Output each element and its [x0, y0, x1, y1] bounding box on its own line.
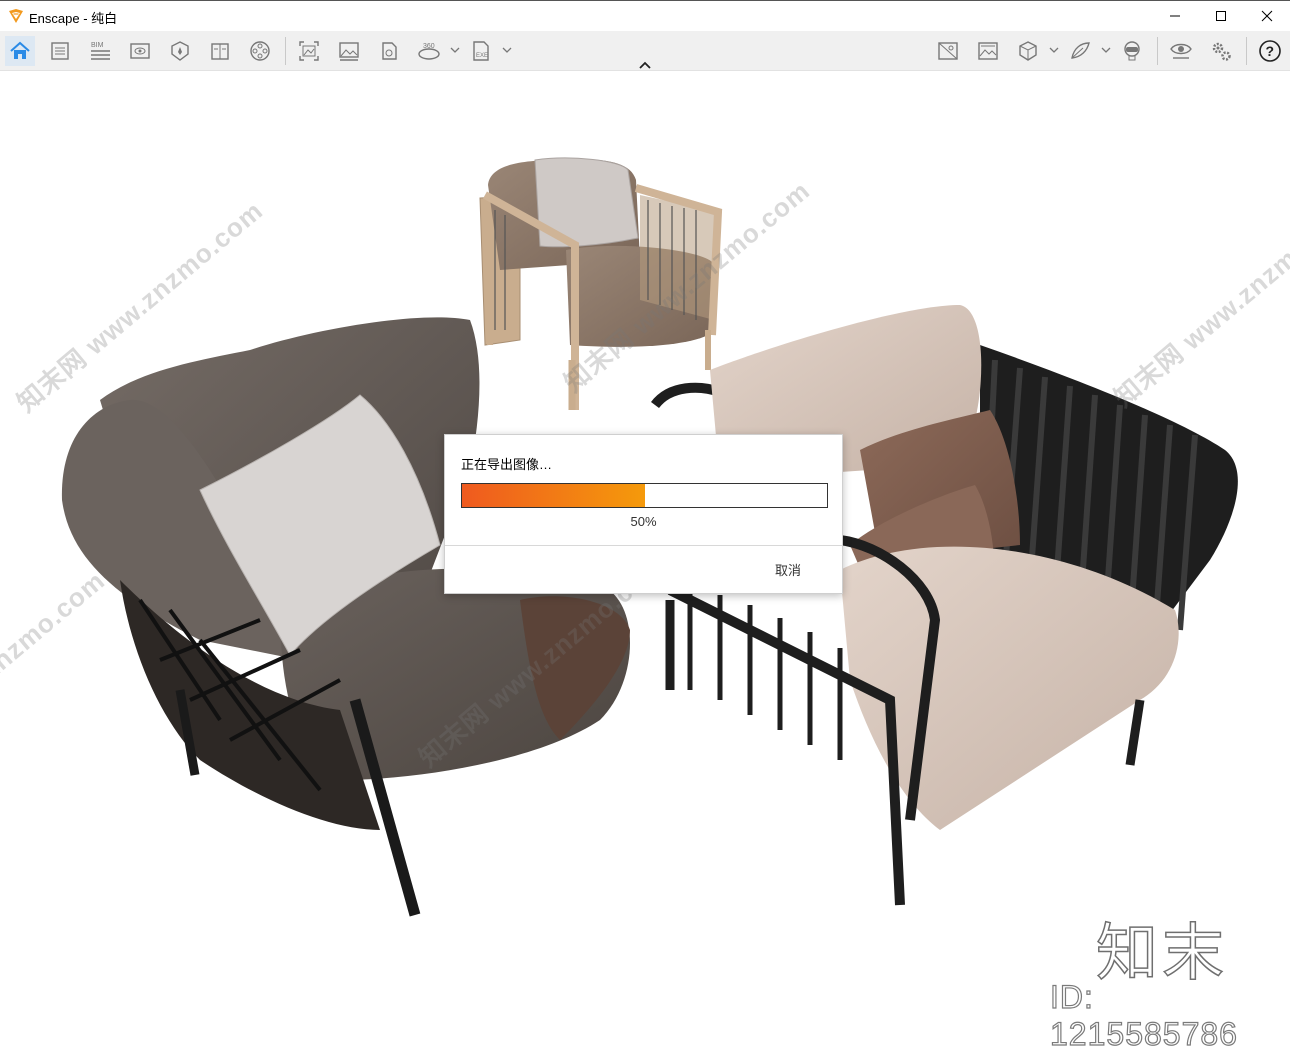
- export-progress-dialog: 正在导出图像… 50% 取消: [444, 434, 843, 594]
- export-progress-fill: [462, 484, 645, 507]
- material-editor-button[interactable]: [1065, 36, 1095, 66]
- 360-export-button[interactable]: 360: [414, 36, 444, 66]
- cube-button[interactable]: [1013, 36, 1043, 66]
- maximize-icon: [1216, 11, 1226, 21]
- home-button[interactable]: [5, 36, 35, 66]
- exe-export-button[interactable]: EXE: [466, 36, 496, 66]
- materials-button[interactable]: [973, 36, 1003, 66]
- vr-headset-button[interactable]: [1117, 36, 1147, 66]
- exe-export-icon: EXE: [473, 41, 489, 61]
- screenshot-icon: [299, 41, 319, 61]
- export-progress-percent: 50%: [630, 514, 657, 529]
- visual-settings-button[interactable]: [1166, 36, 1196, 66]
- batch-render-icon: [339, 42, 359, 61]
- svg-text:EXE: EXE: [476, 53, 488, 59]
- svg-text:360: 360: [423, 43, 435, 50]
- brand-id-watermark: ID: 1215585786: [1049, 978, 1238, 1052]
- panorama-button[interactable]: [374, 36, 404, 66]
- toolbar-separator: [1246, 37, 1247, 65]
- views-manager-button[interactable]: [933, 36, 963, 66]
- views-manager-icon: [938, 42, 958, 60]
- video-editor-icon: [250, 41, 270, 61]
- close-icon: [1261, 10, 1273, 22]
- material-library-button[interactable]: [205, 36, 235, 66]
- panorama-icon: [382, 42, 397, 60]
- general-settings-icon: [1212, 42, 1231, 61]
- cancel-button[interactable]: 取消: [775, 560, 801, 579]
- asset-library-icon: [171, 41, 189, 61]
- visual-settings-icon: [1170, 43, 1192, 59]
- material-editor-icon: [1071, 42, 1090, 59]
- view-button[interactable]: [125, 36, 155, 66]
- 360-export-icon: 360: [418, 43, 440, 60]
- title-bar: Enscape - 纯白: [0, 0, 1290, 31]
- help-icon: ?: [1259, 40, 1281, 62]
- minimize-button[interactable]: [1152, 1, 1198, 31]
- bim-icon: BIM: [91, 42, 110, 60]
- home-icon: [10, 41, 30, 59]
- asset-library-button[interactable]: [165, 36, 195, 66]
- chevron-down-icon[interactable]: [502, 45, 512, 55]
- cube-icon: [1019, 41, 1037, 61]
- grey-lounge-chair: [61, 317, 630, 917]
- bim-panel-button[interactable]: [45, 36, 75, 66]
- bim-panel-icon: [51, 42, 69, 60]
- vr-headset-icon: [1124, 41, 1140, 61]
- toolbar-separator: [1157, 37, 1158, 65]
- toolbar-separator: [285, 37, 286, 65]
- window-title: Enscape - 纯白: [29, 11, 118, 26]
- video-editor-button[interactable]: [245, 36, 275, 66]
- export-status-message: 正在导出图像…: [461, 457, 553, 472]
- close-button[interactable]: [1244, 1, 1290, 31]
- export-progress-bar: [461, 483, 828, 508]
- general-settings-button[interactable]: [1206, 36, 1236, 66]
- chevron-down-icon[interactable]: [1049, 45, 1059, 55]
- view-icon: [130, 43, 150, 59]
- dialog-divider: [445, 545, 842, 546]
- materials-icon: [978, 42, 998, 60]
- enscape-logo-icon: [9, 9, 23, 23]
- maximize-button[interactable]: [1198, 1, 1244, 31]
- svg-text:?: ?: [1266, 43, 1275, 59]
- help-button[interactable]: ?: [1255, 36, 1285, 66]
- bim-button[interactable]: BIM: [85, 36, 115, 66]
- material-library-icon: [211, 43, 229, 60]
- minimize-icon: [1170, 15, 1180, 17]
- batch-render-button[interactable]: [334, 36, 364, 66]
- screenshot-button[interactable]: [294, 36, 324, 66]
- collapse-toolbar-icon[interactable]: [637, 59, 653, 71]
- svg-text:BIM: BIM: [91, 42, 104, 49]
- chevron-down-icon[interactable]: [1101, 45, 1111, 55]
- chevron-down-icon[interactable]: [450, 45, 460, 55]
